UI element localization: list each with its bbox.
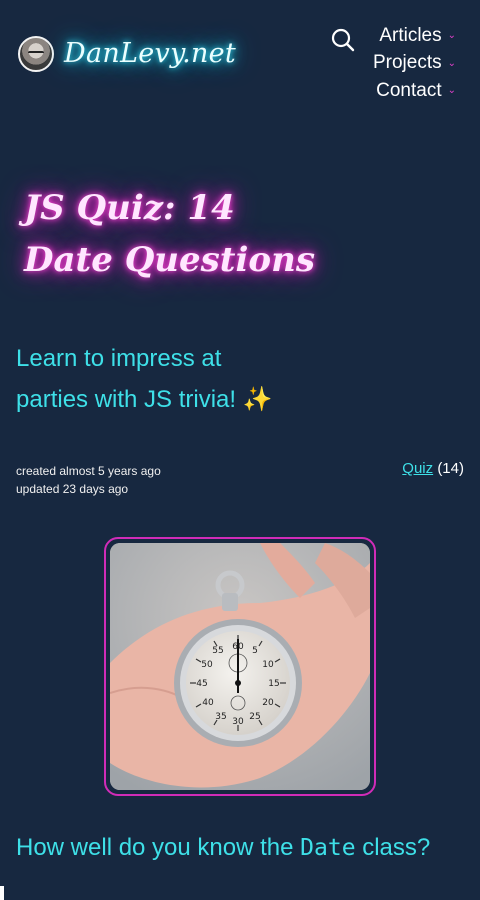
svg-text:5: 5 bbox=[252, 646, 258, 656]
page-title-line2: Date Questions bbox=[24, 240, 315, 280]
svg-text:40: 40 bbox=[202, 698, 214, 708]
nav-item-projects[interactable]: Projects ⌄ bbox=[373, 49, 456, 76]
nav-item-label: Contact bbox=[376, 79, 442, 101]
post-meta: created almost 5 years ago updated 23 da… bbox=[16, 462, 161, 498]
svg-text:30: 30 bbox=[232, 717, 244, 727]
subtitle-line1: Learn to impress at bbox=[16, 345, 222, 372]
avatar-glasses bbox=[28, 51, 44, 58]
tag-link-quiz[interactable]: Quiz bbox=[402, 460, 433, 477]
nav-item-label: Articles bbox=[379, 25, 442, 46]
site-title[interactable]: DanLevy.net bbox=[64, 38, 236, 69]
page: DanLevy.net Articles ⌄ Projects ⌄ Contact ⌄… bbox=[0, 0, 480, 900]
svg-text:50: 50 bbox=[201, 660, 213, 670]
nav-item-label: Projects bbox=[372, 52, 442, 74]
nav-item-articles[interactable]: Articles ⌄ bbox=[373, 22, 456, 49]
updated-date: updated 23 days ago bbox=[16, 482, 129, 496]
scroll-indicator bbox=[0, 886, 4, 900]
tag-list: Quiz (14) bbox=[402, 460, 464, 477]
section-heading: How well do you know the Date class? bbox=[16, 834, 430, 862]
section-heading-code: Date bbox=[300, 835, 356, 861]
avatar[interactable] bbox=[18, 36, 54, 72]
created-date: created almost 5 years ago bbox=[16, 464, 161, 478]
chevron-down-icon: ⌄ bbox=[447, 85, 456, 97]
section-heading-suffix: class? bbox=[355, 834, 431, 861]
subtitle-line2: parties with JS trivia! ✨ bbox=[16, 386, 273, 413]
svg-text:25: 25 bbox=[249, 712, 260, 722]
page-title-line1: JS Quiz: 14 bbox=[24, 188, 235, 228]
svg-text:10: 10 bbox=[262, 660, 274, 670]
page-subtitle: Learn to impress at parties with JS triv… bbox=[16, 338, 316, 420]
chevron-down-icon: ⌄ bbox=[447, 30, 456, 42]
page-title: JS Quiz: 14 Date Questions bbox=[24, 182, 324, 286]
tag-count: (14) bbox=[437, 460, 464, 477]
chevron-down-icon: ⌄ bbox=[447, 57, 456, 69]
svg-text:20: 20 bbox=[262, 698, 274, 708]
section-heading-prefix: How well do you know the bbox=[16, 834, 301, 861]
svg-text:35: 35 bbox=[215, 712, 226, 722]
featured-image-stopwatch: 60 5 10 15 20 25 30 35 40 45 50 55 bbox=[110, 543, 370, 790]
svg-text:45: 45 bbox=[196, 679, 207, 689]
nav-item-contact[interactable]: Contact ⌄ bbox=[373, 77, 456, 104]
main-nav: Articles ⌄ Projects ⌄ Contact ⌄ bbox=[373, 22, 456, 104]
featured-image-frame: 60 5 10 15 20 25 30 35 40 45 50 55 bbox=[104, 537, 376, 796]
svg-text:55: 55 bbox=[212, 646, 223, 656]
svg-text:15: 15 bbox=[268, 679, 279, 689]
search-icon[interactable] bbox=[331, 28, 355, 52]
